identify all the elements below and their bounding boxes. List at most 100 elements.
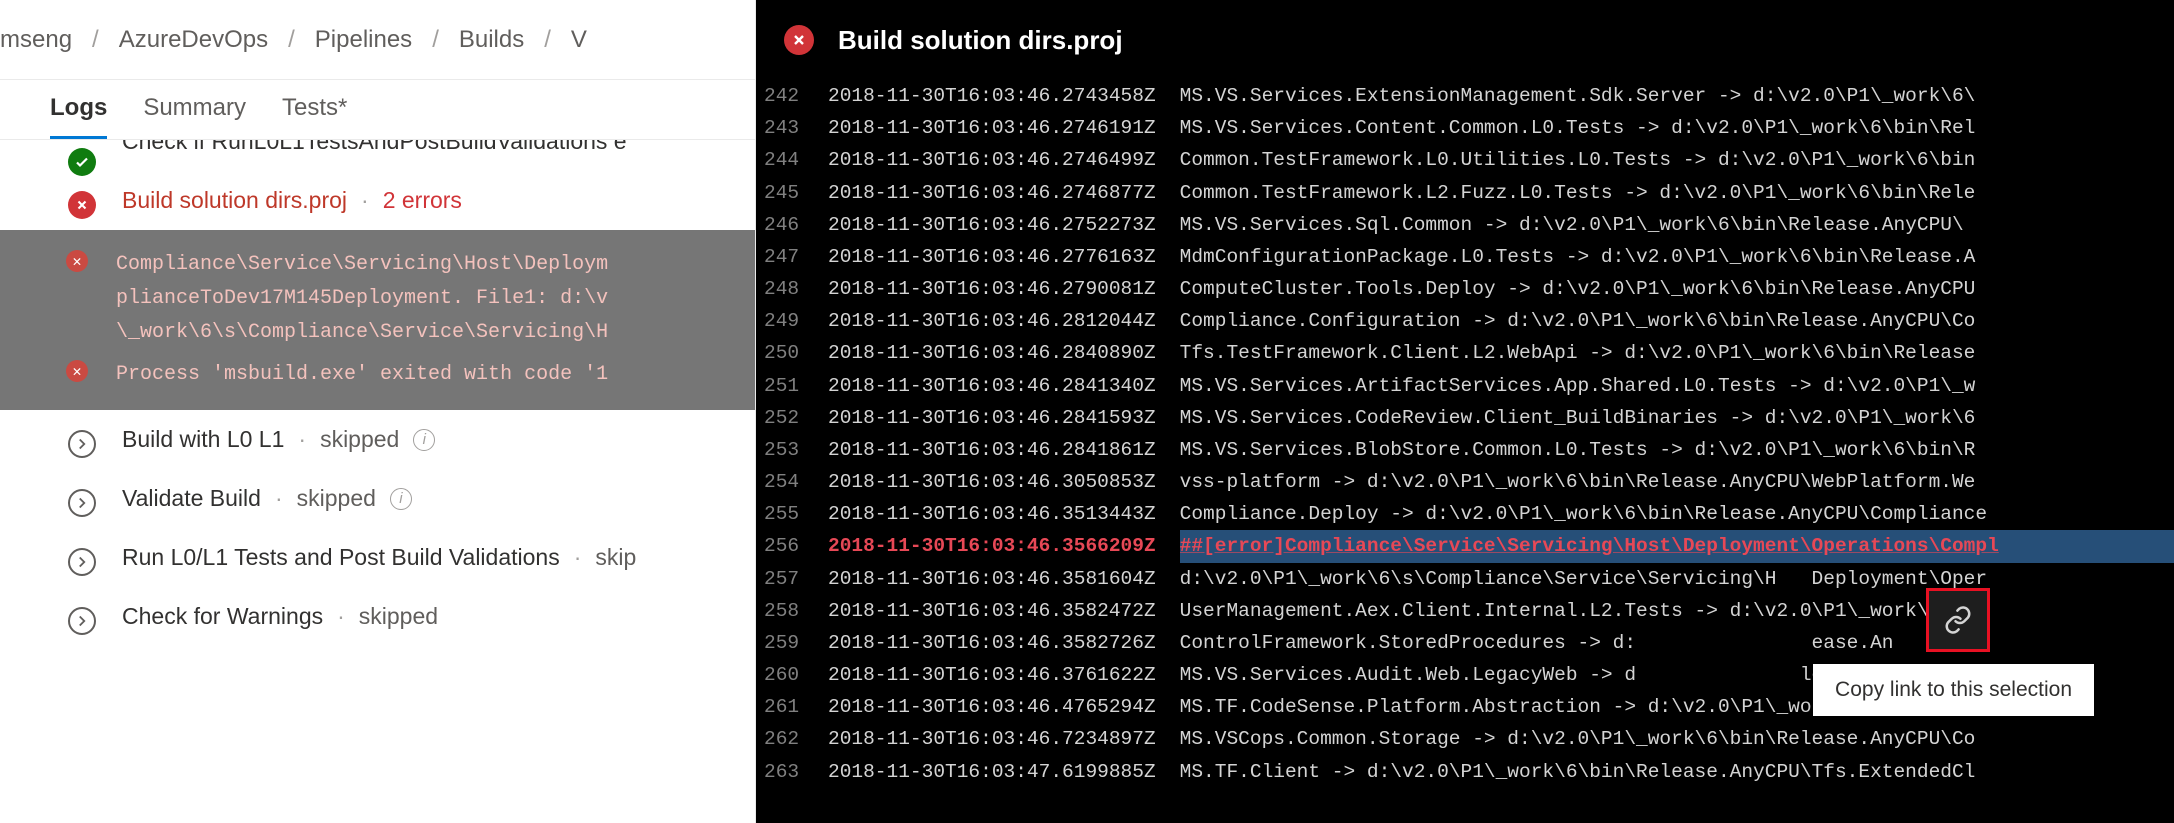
timestamp: 2018-11-30T16:03:46.2776163Z bbox=[828, 241, 1180, 273]
breadcrumb: mseng / AzureDevOps / Pipelines / Builds… bbox=[0, 0, 755, 80]
step-status: skipped bbox=[320, 426, 399, 453]
copy-link-button[interactable] bbox=[1926, 588, 1990, 652]
info-icon[interactable]: i bbox=[390, 488, 412, 510]
log-title: Build solution dirs.proj bbox=[838, 25, 1123, 56]
step-status: skipped bbox=[297, 485, 376, 512]
breadcrumb-sep: / bbox=[432, 26, 439, 54]
line-number: 248 bbox=[764, 273, 828, 305]
link-icon bbox=[1943, 605, 1973, 635]
log-text: MS.VS.Services.BlobStore.Common.L0.Tests… bbox=[1180, 434, 2174, 466]
separator-dot: · bbox=[275, 485, 283, 512]
log-line[interactable]: 2542018-11-30T16:03:46.3050853Zvss-platf… bbox=[756, 466, 2174, 498]
breadcrumb-sep: / bbox=[92, 26, 99, 54]
crumb-v[interactable]: V bbox=[571, 26, 587, 54]
log-line[interactable]: 2532018-11-30T16:03:46.2841861ZMS.VS.Ser… bbox=[756, 434, 2174, 466]
log-text: MS.VS.Services.CodeReview.Client_BuildBi… bbox=[1180, 402, 2174, 434]
log-line[interactable]: 2422018-11-30T16:03:46.2743458ZMS.VS.Ser… bbox=[756, 80, 2174, 112]
timestamp: 2018-11-30T16:03:46.2790081Z bbox=[828, 273, 1180, 305]
log-line[interactable]: 2482018-11-30T16:03:46.2790081ZComputeCl… bbox=[756, 273, 2174, 305]
log-text: Common.TestFramework.L2.Fuzz.L0.Tests ->… bbox=[1180, 177, 2174, 209]
tab-summary[interactable]: Summary bbox=[143, 94, 246, 139]
log-line[interactable]: 2492018-11-30T16:03:46.2812044ZComplianc… bbox=[756, 305, 2174, 337]
timestamp: 2018-11-30T16:03:46.3513443Z bbox=[828, 498, 1180, 530]
timestamp: 2018-11-30T16:03:46.3566209Z bbox=[828, 530, 1180, 562]
line-number: 258 bbox=[764, 595, 828, 627]
crumb-pipelines[interactable]: Pipelines bbox=[315, 26, 412, 54]
log-line[interactable]: 2512018-11-30T16:03:46.2841340ZMS.VS.Ser… bbox=[756, 370, 2174, 402]
step-validate-build[interactable]: Validate Build · skipped i bbox=[0, 469, 755, 528]
timestamp: 2018-11-30T16:03:46.2841861Z bbox=[828, 434, 1180, 466]
log-line[interactable]: 2432018-11-30T16:03:46.2746191ZMS.VS.Ser… bbox=[756, 112, 2174, 144]
step-title: Check for Warnings bbox=[122, 603, 323, 630]
line-number: 249 bbox=[764, 305, 828, 337]
step-run-tests[interactable]: Run L0/L1 Tests and Post Build Validatio… bbox=[0, 528, 755, 587]
error-row[interactable]: ✕ Process 'msbuild.exe' exited with code… bbox=[66, 354, 735, 396]
timestamp: 2018-11-30T16:03:46.2746191Z bbox=[828, 112, 1180, 144]
line-number: 254 bbox=[764, 466, 828, 498]
log-line[interactable]: 2452018-11-30T16:03:46.2746877ZCommon.Te… bbox=[756, 177, 2174, 209]
line-number: 247 bbox=[764, 241, 828, 273]
timestamp: 2018-11-30T16:03:46.2840890Z bbox=[828, 337, 1180, 369]
line-number: 261 bbox=[764, 691, 828, 723]
view-tabs: Logs Summary Tests* bbox=[0, 80, 755, 140]
crumb-mseng[interactable]: mseng bbox=[0, 26, 72, 54]
step-status: skip bbox=[595, 544, 636, 571]
chevron-right-icon bbox=[68, 607, 96, 635]
log-line[interactable]: 2442018-11-30T16:03:46.2746499ZCommon.Te… bbox=[756, 144, 2174, 176]
log-line[interactable]: 2552018-11-30T16:03:46.3513443ZComplianc… bbox=[756, 498, 2174, 530]
chevron-right-icon bbox=[68, 489, 96, 517]
log-text: Compliance.Deploy -> d:\v2.0\P1\_work\6\… bbox=[1180, 498, 2174, 530]
line-number: 260 bbox=[764, 659, 828, 691]
log-line[interactable]: 2622018-11-30T16:03:46.7234897ZMS.VSCops… bbox=[756, 723, 2174, 755]
log-text: d:\v2.0\P1\_work\6\s\Compliance\Service\… bbox=[1180, 563, 2174, 595]
line-number: 259 bbox=[764, 627, 828, 659]
line-number: 246 bbox=[764, 209, 828, 241]
step-list[interactable]: Check if RunL0L1TestsAndPostBuildValidat… bbox=[0, 140, 755, 823]
error-icon bbox=[68, 191, 96, 219]
crumb-azuredevops[interactable]: AzureDevOps bbox=[119, 26, 268, 54]
step-check-warnings[interactable]: Check for Warnings · skipped bbox=[0, 587, 755, 646]
step-status: skipped bbox=[359, 603, 438, 630]
timestamp: 2018-11-30T16:03:46.3582726Z bbox=[828, 627, 1180, 659]
log-line[interactable]: 2632018-11-30T16:03:47.6199885ZMS.TF.Cli… bbox=[756, 756, 2174, 788]
step-check-runl0l1[interactable]: Check if RunL0L1TestsAndPostBuildValidat… bbox=[0, 140, 755, 171]
log-text: MS.VSCops.Common.Storage -> d:\v2.0\P1\_… bbox=[1180, 723, 2174, 755]
log-line[interactable]: 2562018-11-30T16:03:46.3566209Z##[error]… bbox=[756, 530, 2174, 562]
step-build-solution[interactable]: Build solution dirs.proj · 2 errors bbox=[0, 171, 755, 230]
log-text: ControlFramework.StoredProcedures -> d: … bbox=[1180, 627, 2174, 659]
log-text: MS.VS.Services.Content.Common.L0.Tests -… bbox=[1180, 112, 2174, 144]
log-text: MS.VS.Services.ArtifactServices.App.Shar… bbox=[1180, 370, 2174, 402]
chevron-right-icon bbox=[68, 430, 96, 458]
separator-dot: · bbox=[298, 426, 306, 453]
log-text: ComputeCluster.Tools.Deploy -> d:\v2.0\P… bbox=[1180, 273, 2174, 305]
error-detail-block[interactable]: ✕ Compliance\Service\Servicing\Host\Depl… bbox=[0, 230, 755, 410]
log-line[interactable]: 2522018-11-30T16:03:46.2841593ZMS.VS.Ser… bbox=[756, 402, 2174, 434]
info-icon[interactable]: i bbox=[413, 429, 435, 451]
line-number: 244 bbox=[764, 144, 828, 176]
line-number: 251 bbox=[764, 370, 828, 402]
steps-pane: mseng / AzureDevOps / Pipelines / Builds… bbox=[0, 0, 756, 823]
separator-dot: · bbox=[361, 187, 369, 214]
error-message: Process 'msbuild.exe' exited with code '… bbox=[116, 358, 735, 392]
log-header: Build solution dirs.proj bbox=[756, 0, 2174, 80]
timestamp: 2018-11-30T16:03:46.2812044Z bbox=[828, 305, 1180, 337]
log-line[interactable]: 2472018-11-30T16:03:46.2776163ZMdmConfig… bbox=[756, 241, 2174, 273]
tab-logs[interactable]: Logs bbox=[50, 94, 107, 139]
log-line[interactable]: 2462018-11-30T16:03:46.2752273ZMS.VS.Ser… bbox=[756, 209, 2174, 241]
line-number: 255 bbox=[764, 498, 828, 530]
line-number: 250 bbox=[764, 337, 828, 369]
log-line[interactable]: 2502018-11-30T16:03:46.2840890ZTfs.TestF… bbox=[756, 337, 2174, 369]
line-number: 263 bbox=[764, 756, 828, 788]
tab-tests[interactable]: Tests* bbox=[282, 94, 347, 139]
timestamp: 2018-11-30T16:03:46.2841340Z bbox=[828, 370, 1180, 402]
line-number: 243 bbox=[764, 112, 828, 144]
log-text: Tfs.TestFramework.Client.L2.WebApi -> d:… bbox=[1180, 337, 2174, 369]
error-row[interactable]: ✕ Compliance\Service\Servicing\Host\Depl… bbox=[66, 244, 735, 354]
timestamp: 2018-11-30T16:03:46.2746499Z bbox=[828, 144, 1180, 176]
timestamp: 2018-11-30T16:03:46.2746877Z bbox=[828, 177, 1180, 209]
crumb-builds[interactable]: Builds bbox=[459, 26, 524, 54]
error-badge-icon: ✕ bbox=[66, 360, 88, 382]
step-build-l0l1[interactable]: Build with L0 L1 · skipped i bbox=[0, 410, 755, 469]
log-text: MS.VS.Services.ExtensionManagement.Sdk.S… bbox=[1180, 80, 2174, 112]
log-pane: Build solution dirs.proj 2422018-11-30T1… bbox=[756, 0, 2174, 823]
